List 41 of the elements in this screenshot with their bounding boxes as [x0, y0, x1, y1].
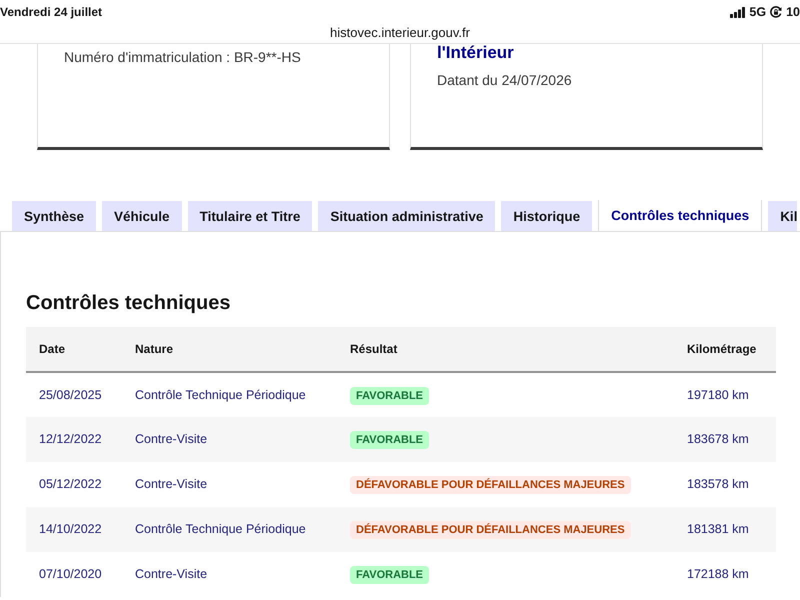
column-header: Kilométrage	[674, 327, 776, 372]
signal-icon	[730, 6, 746, 18]
section-heading: Contrôles techniques	[26, 291, 232, 315]
tab[interactable]: Synthèse	[12, 201, 96, 231]
tab[interactable]: Titulaire et Titre	[188, 201, 312, 231]
column-header: Date	[26, 327, 122, 372]
inspection-type-text: Contre-Visite	[122, 552, 337, 597]
mileage-text: 183578 km	[674, 462, 776, 507]
inspection-type-text: Contrôle Technique Périodique	[122, 372, 337, 417]
tab[interactable]: Situation administrative	[318, 201, 496, 231]
status-badge: DÉFAVORABLE POUR DÉFAILLANCES MAJEURES	[350, 476, 631, 494]
status-badge: FAVORABLE	[350, 566, 430, 584]
column-header: Résultat	[337, 327, 674, 372]
status-date: Vendredi 24 juillet	[0, 4, 102, 20]
network-label: 5G	[749, 4, 766, 20]
date-text: 14/10/2022	[26, 507, 122, 552]
date-text: 25/08/2025	[26, 372, 122, 417]
status-badge: FAVORABLE	[350, 386, 430, 404]
tab[interactable]: Contrôles techniques	[598, 200, 762, 231]
mileage-text: 172188 km	[674, 552, 776, 597]
url-text: histovec.interieur.gouv.fr	[329, 24, 471, 42]
inspection-type-text: Contrôle Technique Périodique	[122, 507, 337, 552]
card-text: Datant du 24/07/2026	[437, 71, 573, 90]
tab[interactable]: Kil	[768, 201, 798, 231]
inspection-type-text: Contre-Visite	[122, 462, 337, 507]
date-text: 07/10/2020	[26, 552, 122, 597]
mileage-text: 183678 km	[674, 417, 776, 462]
date-text: 05/12/2022	[26, 462, 122, 507]
card-title: l'Intérieur	[437, 44, 515, 62]
inspection-type-text: Contre-Visite	[122, 417, 337, 462]
date-text: 12/12/2022	[26, 417, 122, 462]
rotation-lock-icon	[770, 6, 782, 18]
status-badge: FAVORABLE	[350, 431, 430, 449]
tab[interactable]: Véhicule	[102, 201, 182, 231]
mileage-text: 197180 km	[674, 372, 776, 417]
card-text: Numéro d'immatriculation : BR-9**-HS	[64, 48, 302, 67]
mileage-text: 181381 km	[674, 507, 776, 552]
column-header: Nature	[122, 327, 337, 372]
battery-percent: 10	[786, 4, 800, 20]
status-badge: DÉFAVORABLE POUR DÉFAILLANCES MAJEURES	[350, 521, 631, 539]
tab[interactable]: Historique	[501, 201, 592, 231]
